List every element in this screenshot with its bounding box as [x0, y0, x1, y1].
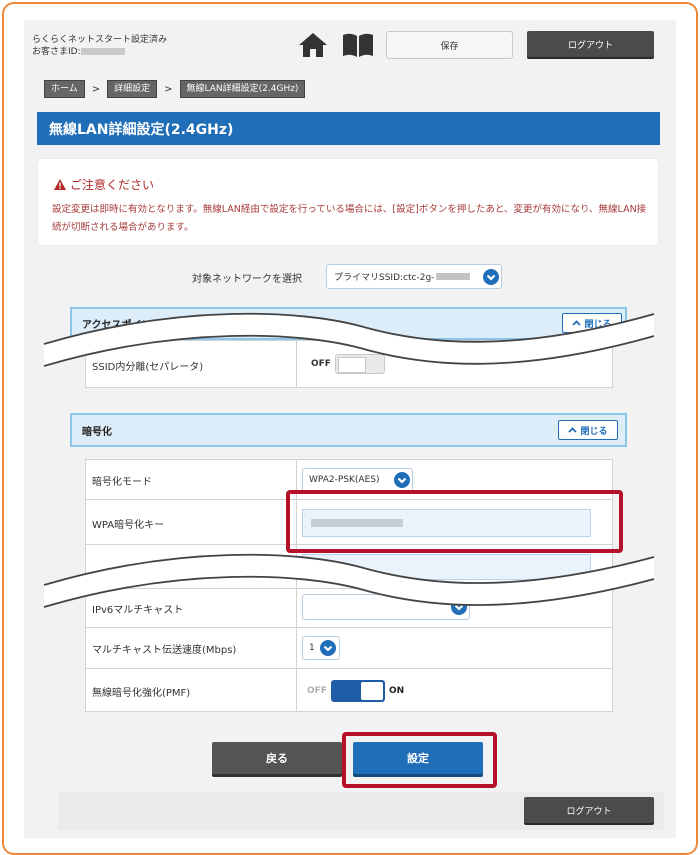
highlight-set-button	[342, 732, 497, 788]
toggle-switch	[330, 680, 385, 702]
cut-wave-top	[43, 312, 655, 367]
customer-id: お客さまID:	[32, 46, 167, 58]
masked-id	[80, 48, 125, 55]
caution-heading: ご注意ください	[54, 176, 154, 193]
encryption-mode-select[interactable]: WPA2-PSK(AES)	[302, 468, 413, 492]
caution-text: 設定変更は即時に有効となります。無線LAN経由で設定を行っている場合には、[設定…	[52, 204, 647, 233]
row-divider	[296, 669, 297, 711]
warning-icon	[54, 179, 66, 190]
breadcrumb: ホーム > 詳細設定 > 無線LAN詳細設定(2.4GHz)	[44, 80, 306, 98]
breadcrumb-separator: >	[164, 83, 173, 95]
section-encryption-title: 暗号化	[82, 426, 112, 438]
highlight-wpa-key	[286, 490, 623, 553]
back-button[interactable]: 戻る	[212, 742, 342, 774]
section-encryption-close-button[interactable]: 閉じる	[558, 420, 618, 440]
page-title: 無線LAN詳細設定(2.4GHz)	[37, 112, 660, 145]
chevron-down-icon	[320, 640, 336, 656]
network-select-label: 対象ネットワークを選択	[192, 274, 302, 285]
toggle-knob	[360, 682, 383, 700]
multicast-rate-select[interactable]: 1	[302, 636, 340, 660]
row-multicast-rate: マルチキャスト伝送速度(Mbps) 1	[85, 627, 613, 669]
breadcrumb-current: 無線LAN詳細設定(2.4GHz)	[179, 80, 306, 98]
row-pmf: 無線暗号化強化(PMF) OFF ON	[85, 668, 613, 712]
section-encryption-header: 暗号化 閉じる	[70, 413, 627, 447]
pmf-toggle[interactable]: OFF ON	[307, 680, 404, 702]
network-select[interactable]: プライマリSSID:ctc-2g-	[326, 264, 502, 289]
setup-status: らくらくネットスタート設定済み	[32, 35, 168, 45]
row-divider	[296, 628, 297, 668]
home-icon[interactable]	[298, 32, 328, 58]
multicast-rate-label: マルチキャスト伝送速度(Mbps)	[92, 645, 237, 656]
caution-box: ご注意ください 設定変更は即時に有効となります。無線LAN経由で設定を行っている…	[37, 158, 659, 246]
wpa-key-label: WPA暗号化キー	[92, 520, 165, 531]
masked-ssid	[436, 273, 471, 280]
manual-book-icon[interactable]	[341, 32, 375, 58]
pmf-label: 無線暗号化強化(PMF)	[92, 688, 191, 699]
chevron-down-icon	[394, 472, 410, 488]
encryption-mode-label: 暗号化モード	[92, 477, 152, 488]
chevron-up-icon	[568, 427, 578, 433]
chevron-down-icon	[483, 269, 499, 285]
breadcrumb-home[interactable]: ホーム	[44, 80, 85, 98]
network-select-value: プライマリSSID:ctc-2g-	[334, 273, 435, 283]
breadcrumb-advanced[interactable]: 詳細設定	[107, 80, 158, 98]
breadcrumb-separator: >	[91, 83, 101, 95]
cut-wave-bottom	[43, 553, 655, 608]
logout-button-bottom[interactable]: ログアウト	[524, 797, 654, 823]
header-info: らくらくネットスタート設定済み お客さまID:	[32, 34, 167, 58]
logout-button-top[interactable]: ログアウト	[527, 31, 654, 57]
save-button[interactable]: 保存	[386, 31, 513, 59]
